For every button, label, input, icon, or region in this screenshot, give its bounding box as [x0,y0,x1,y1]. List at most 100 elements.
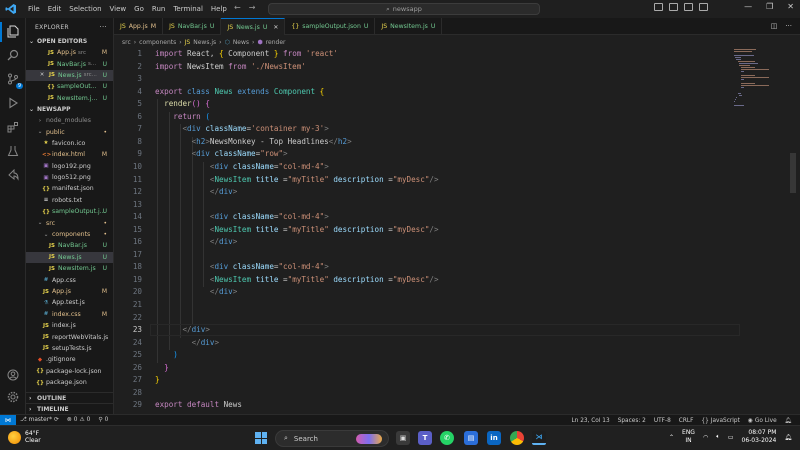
ports-indicator[interactable]: ⚲ 0 [94,417,112,423]
file-item[interactable]: ◆ .gitignore [26,354,113,365]
file-item[interactable]: ▣ logo192.png [26,161,113,172]
menu-item-terminal[interactable]: Terminal [169,5,207,13]
wifi-icon[interactable]: ◠ [703,434,708,441]
open-editor-item[interactable]: ✕ JS News.js src... U [26,69,113,82]
language-indicator[interactable]: ENG IN [682,429,695,445]
notifications-bell-icon[interactable]: 🔔︎ [781,418,796,424]
taskbar-search[interactable]: ⌕ Search [275,430,389,447]
tab-app-js[interactable]: JS App.js M [114,18,164,35]
minimap[interactable] [734,49,774,109]
explorer-icon[interactable] [6,24,20,38]
tab-navbar-js[interactable]: JS NavBar.js U [163,18,222,35]
file-item[interactable]: JS reportWebVitals.js [26,331,113,342]
linkedin-icon[interactable]: in [487,431,501,445]
line-ending[interactable]: CRLF [675,418,698,424]
menu-item-run[interactable]: Run [148,5,169,13]
notification-center-icon[interactable]: 🔔︎ [784,434,792,441]
breadcrumb-item[interactable]: components [139,39,176,46]
open-editor-item[interactable]: {} sampleOut... U [26,81,113,92]
more-actions-icon[interactable]: ··· [785,22,792,30]
tab-newsitem-js[interactable]: JS NewsItem.js U [375,18,443,35]
toggle-sidebar-icon[interactable] [654,3,663,11]
volume-icon[interactable]: 🔈︎ [716,433,720,441]
file-item[interactable]: <> index.html M [26,149,113,160]
menu-item-help[interactable]: Help [207,5,231,13]
maximize-icon[interactable]: ❐ [766,2,773,11]
vertical-scrollbar[interactable] [788,49,798,414]
teams-icon[interactable]: T [418,431,432,445]
file-item[interactable]: # index.css M [26,309,113,320]
folder-item[interactable]: ⌄ components • [26,229,113,240]
command-center[interactable]: ⌕ newsapp [268,3,540,15]
minimize-icon[interactable]: — [744,2,752,11]
code-editor[interactable]: 1 import React, { Component } from 'react… [114,49,800,414]
tab-sampleoutput-json[interactable]: {} sampleOutput.json U [285,18,376,35]
problems-indicator[interactable]: ⊗ 0 ⚠ 0 [63,417,94,423]
file-item[interactable]: JS App.js M [26,286,113,297]
more-actions-icon[interactable]: ··· [99,23,107,31]
breadcrumb-item[interactable]: src [122,39,131,46]
testing-icon[interactable] [6,144,20,158]
run-debug-icon[interactable] [6,96,20,110]
cursor-position[interactable]: Ln 23, Col 13 [567,418,613,424]
weather-widget[interactable]: 64°F Clear [8,430,41,444]
file-item[interactable]: # App.css [26,274,113,285]
file-item[interactable]: {} package-lock.json [26,366,113,377]
remote-indicator[interactable]: ⋈ [0,414,16,426]
chevron-up-icon[interactable]: ⌃ [669,434,674,441]
breadcrumb-item[interactable]: render [266,39,286,46]
indentation[interactable]: Spaces: 2 [614,418,650,424]
scroll-thumb[interactable] [790,153,796,193]
open-editor-item[interactable]: JS App.js src M [26,47,113,58]
account-icon[interactable] [6,368,20,382]
customize-layout-icon[interactable] [699,3,708,11]
file-item[interactable]: ▣ logo512.png [26,172,113,183]
close-tab-icon[interactable]: ✕ [273,24,278,31]
clock[interactable]: 08:07 PM 06-03-2024 [742,429,777,445]
project-header[interactable]: ⌄ NEWSAPP [26,104,113,115]
file-explorer-icon[interactable]: ▤ [464,431,478,445]
encoding[interactable]: UTF-8 [650,418,675,424]
menu-item-file[interactable]: File [24,5,44,13]
open-editors-header[interactable]: ⌄ OPEN EDITORS [26,36,113,47]
back-arrow-icon[interactable]: ← [234,3,241,12]
start-windows-icon[interactable] [255,432,267,444]
file-item[interactable]: JS NavBar.js U [26,240,113,251]
file-item[interactable]: JS index.js [26,320,113,331]
open-editor-item[interactable]: JS NavBar.js s... U [26,58,113,69]
menu-item-view[interactable]: View [106,5,131,13]
timeline-header[interactable]: › TIMELINE [26,403,113,414]
toggle-secondary-sidebar-icon[interactable] [684,3,693,11]
chrome-icon[interactable] [510,431,524,445]
close-window-icon[interactable]: ✕ [787,2,794,11]
folder-item[interactable]: ⌄ src • [26,217,113,228]
folder-item[interactable]: › node_modules [26,115,113,126]
go-live-button[interactable]: ◉ Go Live [744,418,781,424]
file-item[interactable]: ≡ robots.txt [26,195,113,206]
toggle-panel-icon[interactable] [669,3,678,11]
whatsapp-icon[interactable]: ✆ [440,431,454,445]
file-item[interactable]: JS setupTests.js [26,343,113,354]
open-editor-item[interactable]: JS NewsItem.j... U [26,93,113,104]
language-mode[interactable]: {} JavaScript [697,418,743,424]
source-control-icon[interactable]: 9 [6,72,23,89]
extensions-icon[interactable] [6,120,20,134]
file-item[interactable]: {} package.json [26,377,113,388]
folder-item[interactable]: ⌄ public • [26,126,113,137]
file-item[interactable]: {} manifest.json [26,183,113,194]
file-item[interactable]: JS News.js U [26,251,113,264]
menu-item-go[interactable]: Go [130,5,148,13]
menu-item-selection[interactable]: Selection [65,5,105,13]
close-icon[interactable]: ✕ [38,72,46,78]
menu-item-edit[interactable]: Edit [44,5,66,13]
file-item[interactable]: {} sampleOutput.j... U [26,206,113,217]
tab-news-js[interactable]: JS News.js U ✕ [221,18,286,35]
task-view-icon[interactable]: ▣ [396,431,410,445]
live-share-icon[interactable] [6,168,20,182]
file-item[interactable]: JS NewsItem.js U [26,263,113,274]
forward-arrow-icon[interactable]: → [249,3,256,12]
settings-gear-icon[interactable] [6,390,20,404]
branch-indicator[interactable]: ⎇ master* ⟳ [16,417,63,423]
breadcrumb-item[interactable]: News.js [193,39,216,46]
search-icon[interactable] [6,48,20,62]
